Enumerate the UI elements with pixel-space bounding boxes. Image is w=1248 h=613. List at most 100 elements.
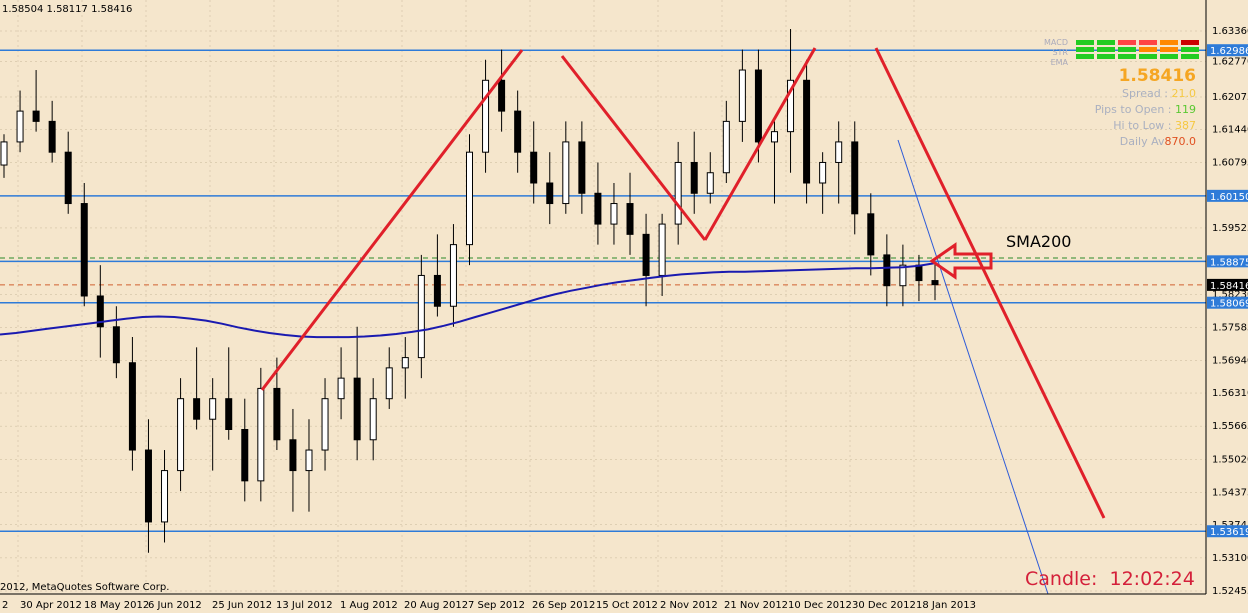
candle-body [835,141,843,163]
candle-body [177,398,185,472]
candle-body [530,151,538,184]
candle-body [161,470,169,523]
candle-body [128,362,136,451]
x-tick-label: 1 Aug 2012 [340,600,398,611]
candle-body [305,449,313,472]
price-chart[interactable]: 1.63360 1.62770 1.62075 1.61440 1.60795 1.601… [0,0,1248,613]
candle-body [514,110,522,153]
signal-cell [1160,47,1178,52]
price-tag: 1.62986 [1207,44,1248,57]
price-tag-text: 1.58875 [1210,257,1248,268]
info-daily: Daily Av870.0 [1095,134,1196,150]
candle-body [738,69,746,122]
candle-body [321,398,329,451]
candle-body [32,110,40,122]
candle-body [915,264,923,282]
signal-cell [1076,47,1094,52]
y-tick-label: 1.59525 [1212,223,1248,234]
x-tick-label: 18 Jan 2013 [916,600,976,611]
info-panel: 1.58416 Spread : 21.0 Pips to Open : 119… [1095,66,1196,150]
candle-body [369,398,377,441]
candle-timer-value: 12:02:24 [1109,568,1195,590]
candle-body [594,192,602,225]
x-tick-label: 20 Aug 2012 [404,600,468,611]
candle-body [770,131,778,143]
price-tag-text: 1.58416 [1210,281,1248,292]
info-hilo-value: 387 [1175,119,1196,132]
candle-body [241,428,249,482]
price-tag-text: 1.62986 [1210,46,1248,57]
indicator-labels: MACD STR EMA [1040,38,1068,68]
y-tick-label: 1.61440 [1212,125,1248,136]
x-tick-label: 6 Jun 2012 [148,600,202,611]
info-hilo: Hi to Low : 387 [1095,118,1196,134]
candle-body [289,439,297,472]
candle-body [819,161,827,184]
x-tick-label: 15 Oct 2012 [596,600,658,611]
candle-body [257,387,265,482]
candle-body [273,387,281,441]
candle-body [562,141,570,205]
signal-row [1076,40,1199,45]
price-tag: 1.58069 [1207,296,1248,310]
info-pips-value: 119 [1175,103,1196,116]
candle-body [449,244,457,307]
candle-body [722,120,730,174]
info-spread-value: 21.0 [1171,87,1197,100]
price-tag-text: 1.58069 [1210,299,1248,310]
y-tick-label: 1.53100 [1212,553,1248,564]
indicator-label-macd: MACD [1044,38,1068,47]
info-daily-label: Daily Av [1119,135,1165,148]
signal-cell [1076,54,1094,59]
candle-body [80,203,88,297]
price-tag: 1.53619 [1207,525,1248,538]
x-tick-label: 30 Apr 2012 [20,600,82,611]
signal-cell [1139,40,1157,45]
x-axis: 2 30 Apr 2012 18 May 20126 Jun 2012 25 Jun … [2,600,976,611]
signal-cell [1097,40,1115,45]
indicator-label-ema: EMA [1050,58,1068,67]
sma-annotation-label: SMA200 [1006,232,1072,251]
y-tick-label: 1.57585 [1212,323,1248,334]
signal-cell [1181,47,1199,52]
info-spread: Spread : 21.0 [1095,86,1196,102]
y-tick-label: 1.52455 [1212,586,1248,597]
candle-timer: Candle: 12:02:24 [1025,568,1195,590]
x-tick-label: 10 Dec 2012 [788,600,852,611]
signal-row [1076,54,1199,59]
y-tick-label: 1.60795 [1212,158,1248,169]
ohlc-readout: 1.58504 1.58117 1.58416 [2,4,133,15]
signal-cell [1118,40,1136,45]
candle-body [0,141,8,166]
candle-body [690,161,698,194]
signal-cell [1160,54,1178,59]
signal-cell [1097,54,1115,59]
candle-body [16,110,24,143]
signal-matrix [1076,40,1199,61]
x-tick-label: 26 Sep 2012 [532,600,595,611]
x-tick-label: 7 Sep 2012 [468,600,525,611]
y-tick-label: 1.62770 [1212,56,1248,67]
signal-cell [1181,54,1199,59]
signal-cell [1160,40,1178,45]
candle-body [851,141,859,215]
candle-body [48,120,56,153]
x-tick-label: 2 Nov 2012 [660,600,718,611]
info-pips: Pips to Open : 119 [1095,102,1196,118]
x-tick-label: 25 Jun 2012 [212,600,272,611]
signal-cell [1181,40,1199,45]
x-tick-label: 18 May 2012 [84,600,149,611]
candle-body [401,357,409,369]
y-tick-label: 1.55020 [1212,454,1248,465]
candle-body [546,182,554,205]
x-tick-label: 13 Jul 2012 [276,600,333,611]
info-daily-value: 870.0 [1164,135,1197,148]
candle-body [193,398,201,420]
indicator-label-str: STR [1052,48,1068,57]
candle-body [417,274,425,359]
signal-row [1076,47,1199,52]
candle-body [754,69,762,143]
signal-cell [1139,54,1157,59]
signal-cell [1118,47,1136,52]
candle-body [658,223,666,276]
